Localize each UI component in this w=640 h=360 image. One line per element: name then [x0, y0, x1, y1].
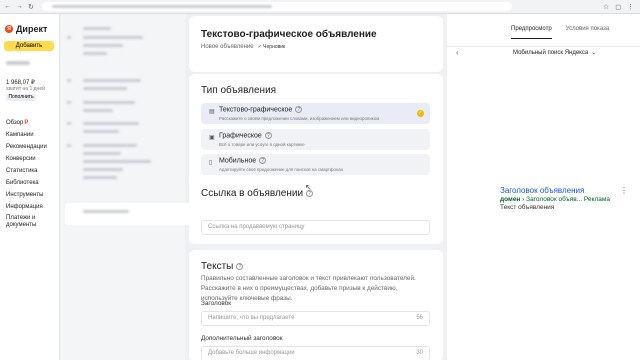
sidebar-item-tools[interactable]: Инструменты [6, 189, 50, 201]
tree-item[interactable] [83, 79, 141, 82]
back-icon[interactable]: ← [4, 3, 11, 11]
sidebar-item-overview[interactable]: ОбзорP [6, 117, 50, 129]
help-icon[interactable]: ? [236, 262, 244, 270]
headline-input[interactable]: Напишите, что вы предлагаете 56 [201, 311, 430, 326]
mobile-icon: ▯ [209, 160, 213, 166]
extra-headline-label: Дополнительный заголовок [201, 335, 283, 342]
extra-headline-input[interactable]: Добавьте больше информации 30 [201, 346, 430, 360]
sidebar-item-library[interactable]: Библиотека [6, 177, 50, 189]
ad-preview-url: домен › Заголовок объяв... Реклама [500, 196, 610, 203]
reload-icon[interactable]: ↻ [28, 3, 34, 11]
headline-label: Заголовок [201, 300, 232, 307]
extra-headline-counter: 30 [416, 350, 423, 356]
left-nav: Я Директ Добавить 1 968,07 ₽ хватит на 1… [0, 14, 60, 360]
tree-item[interactable] [83, 101, 135, 104]
ad-type-card: Тип объявления ▤ Текстово-графическое? Р… [189, 74, 443, 186]
promo-badge: P [24, 120, 29, 126]
device-select[interactable]: Мобильный поиск Яндекса ⌄ [513, 49, 596, 56]
link-title: Ссылка в объявлении? [201, 188, 314, 199]
sidebar-item-recommendations[interactable]: Рекомендации [6, 141, 50, 153]
forward-icon[interactable]: → [16, 3, 23, 11]
chevron-down-icon: ⌄ [591, 50, 597, 56]
more-icon[interactable]: ⋮ [620, 186, 628, 195]
extensions-icon[interactable]: ◻ [615, 3, 621, 11]
brand-name: Директ [16, 24, 48, 34]
ad-preview-title: Заголовок объявления [500, 186, 585, 195]
address-bar[interactable] [41, 2, 512, 11]
page-subtitle: Новое объявление ✓ Черновик [201, 44, 286, 50]
header-card: Текстово-графическое объявление Новое об… [189, 16, 443, 72]
sidebar-item-info[interactable]: Информация [6, 201, 50, 213]
sidebar-item-payments[interactable]: Платежи и документы [6, 213, 50, 233]
link-input[interactable]: Ссылка на продаваемую страницу [201, 220, 430, 235]
star-icon[interactable]: ☆ [603, 3, 609, 11]
mouse-cursor-icon: ↖ [305, 183, 312, 192]
ad-type-text-graphic[interactable]: ▤ Текстово-графическое? Расскажите о сво… [201, 103, 430, 124]
image-icon: ▣ [209, 135, 215, 141]
balance-sub: хватит на 1 дней [6, 86, 45, 92]
ad-type-graphic[interactable]: ▣ Графическое? Всё о товаре или услуге в… [201, 129, 430, 150]
sidebar-item-campaigns[interactable]: Кампании [6, 129, 50, 141]
account-name[interactable] [6, 61, 30, 65]
campaign-tree [61, 14, 241, 360]
chevron-left-icon[interactable]: ‹ [456, 48, 459, 57]
text-graphic-icon: ▤ [209, 109, 215, 115]
tab-conditions[interactable]: Условия показа [566, 26, 609, 39]
ad-preview: Заголовок объявления домен › Заголовок о… [500, 186, 628, 211]
ad-type-title: Тип объявления [201, 85, 277, 96]
headline-counter: 56 [416, 315, 423, 321]
tree-header [83, 27, 111, 30]
divider [447, 46, 640, 47]
help-icon[interactable]: ? [264, 132, 272, 139]
topup-button[interactable]: Пополнить [6, 94, 36, 101]
preview-panel: Предпросмотр Условия показа ‹ Мобильный … [447, 14, 640, 360]
tab-preview[interactable]: Предпросмотр [511, 26, 552, 39]
sidebar-item-conversions[interactable]: Конверсии [6, 153, 50, 165]
help-icon[interactable]: ? [259, 157, 267, 164]
page-title: Текстово-графическое объявление [201, 29, 377, 40]
texts-title: Тексты? [201, 261, 244, 272]
link-card: Ссылка в объявлении? Ссылка на продаваем… [189, 178, 443, 244]
tree-item[interactable] [83, 122, 139, 125]
help-icon[interactable]: ? [295, 106, 303, 113]
texts-card: Тексты? Правильно составленные заголовок… [189, 250, 443, 360]
browser-toolbar: ← → ↻ ☆ ◻ ⋮ [0, 0, 640, 14]
tree-item[interactable] [83, 36, 143, 39]
sidebar-item-statistics[interactable]: Статистика [6, 165, 50, 177]
yandex-logo-icon: Я [5, 25, 13, 33]
balance: 1 968,07 ₽ [6, 80, 35, 86]
ad-editor: Текстово-графическое объявление Новое об… [189, 14, 443, 360]
draft-badge: ✓ Черновик [257, 44, 286, 50]
add-button[interactable]: Добавить [4, 41, 54, 51]
ad-type-mobile[interactable]: ▯ Мобильное? Адаптируйте своё предложени… [201, 154, 430, 175]
menu-icon[interactable]: ⋮ [627, 3, 634, 11]
check-icon: ✓ [417, 110, 424, 117]
tree-item[interactable] [83, 144, 137, 147]
ad-preview-text: Текст объявления [500, 204, 555, 211]
logo[interactable]: Я Директ [5, 24, 47, 34]
texts-description: Правильно составленные заголовок и текст… [201, 275, 416, 302]
